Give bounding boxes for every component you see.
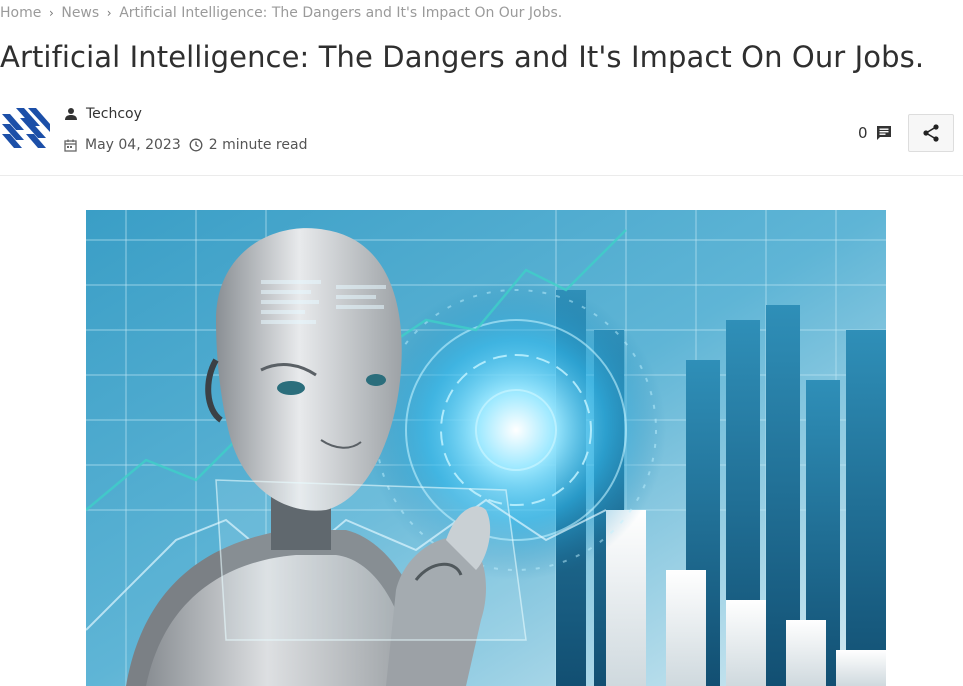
page-title: Artificial Intelligence: The Dangers and… xyxy=(0,40,925,74)
author-row: Techcoy xyxy=(64,106,142,122)
breadcrumb-current: Artificial Intelligence: The Dangers and… xyxy=(119,5,563,21)
comment-icon xyxy=(876,125,892,141)
share-icon xyxy=(921,123,941,143)
breadcrumb-home-link[interactable]: Home xyxy=(0,5,41,21)
breadcrumb: Home › News › Artificial Intelligence: T… xyxy=(0,3,562,23)
chevron-right-icon: › xyxy=(106,6,112,20)
robot-hologram-illustration xyxy=(86,210,886,686)
article-page: Home › News › Artificial Intelligence: T… xyxy=(0,0,963,686)
techcoy-logo xyxy=(2,108,50,148)
breadcrumb-news-link[interactable]: News xyxy=(61,5,99,21)
author-link[interactable]: Techcoy xyxy=(86,106,142,122)
read-time: 2 minute read xyxy=(208,137,308,153)
user-icon xyxy=(64,107,78,121)
clock-icon xyxy=(189,138,203,152)
featured-image xyxy=(86,210,886,686)
calendar-icon xyxy=(64,139,77,152)
header-divider xyxy=(0,175,963,176)
publish-date: May 04, 2023 xyxy=(85,137,181,153)
date-row: May 04, 2023 2 minute read xyxy=(64,137,307,153)
comment-count: 0 xyxy=(858,124,868,142)
share-button[interactable] xyxy=(908,114,954,152)
comments-link[interactable]: 0 xyxy=(858,124,892,142)
chevron-right-icon: › xyxy=(48,6,54,20)
author-avatar[interactable] xyxy=(2,104,50,152)
